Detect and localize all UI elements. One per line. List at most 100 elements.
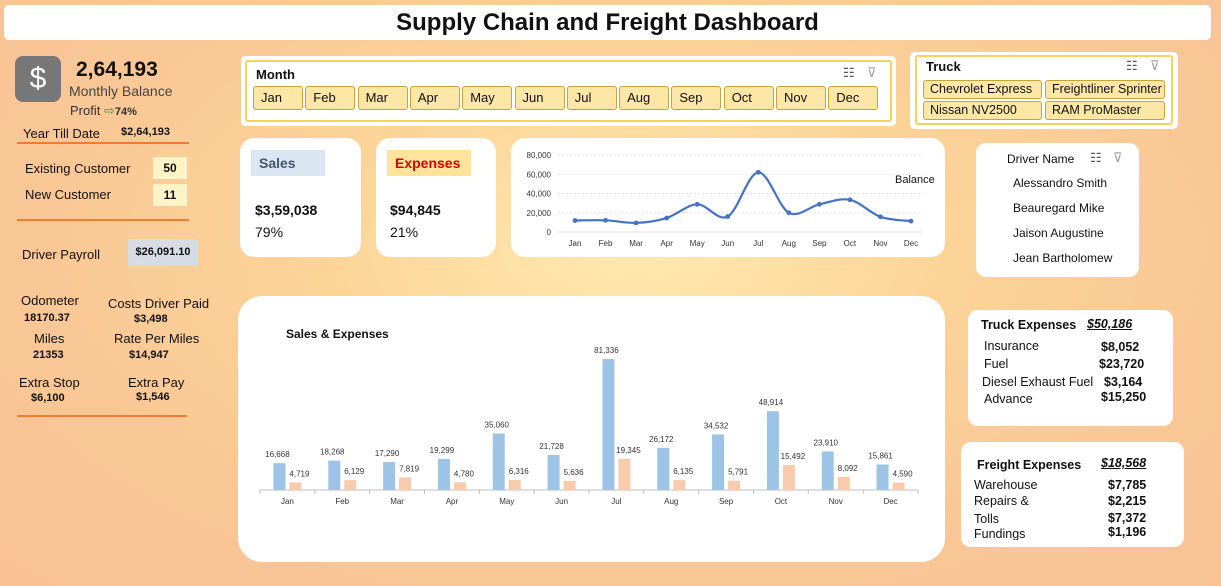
truck-expense-label: Diesel Exhaust Fuel	[982, 375, 1094, 389]
truck-expense-label: Fuel	[984, 357, 1009, 371]
month-item-may[interactable]: May	[462, 86, 513, 110]
x-tick-label: Jul	[753, 239, 763, 248]
month-item-jan[interactable]: Jan	[253, 86, 303, 110]
balance-point	[908, 218, 914, 224]
month-item-jul[interactable]: Jul	[566, 86, 617, 110]
freight-expenses-title: Freight Expenses	[977, 458, 1082, 472]
sales-value: $3,59,038	[255, 202, 318, 218]
sales-bar	[328, 460, 341, 490]
expense-bar	[563, 480, 576, 490]
page-title: Supply Chain and Freight Dashboard	[4, 5, 1211, 40]
multi-select-icon[interactable]: ☷	[1090, 151, 1106, 165]
expense-bar	[453, 482, 466, 490]
x-tick-label: Jan	[281, 497, 294, 506]
x-tick-label: Sep	[812, 239, 827, 248]
month-item-mar[interactable]: Mar	[357, 86, 408, 110]
sales-expenses-chart-card: Sales & Expenses 16,668 4,719 Jan 18,268 6,12…	[238, 296, 945, 562]
balance-point	[786, 210, 792, 216]
month-item-sep[interactable]: Sep	[671, 86, 722, 110]
multi-select-icon[interactable]: ☷	[1126, 59, 1142, 73]
expenses-card: Expenses $94,845 21%	[376, 138, 496, 257]
new-customer-value: 11	[153, 184, 187, 206]
freight-expense-value: $7,785	[1108, 478, 1147, 492]
balance-line	[574, 171, 912, 224]
data-label: 21,728	[539, 442, 564, 451]
clear-filter-icon[interactable]: ⊽	[1150, 59, 1166, 73]
arrow-right-icon: ⇨	[103, 103, 115, 118]
freight-expense-label: Fundings	[974, 527, 1026, 540]
clear-filter-icon[interactable]: ⊽	[867, 66, 883, 80]
month-item-apr[interactable]: Apr	[409, 86, 460, 110]
data-label: 5,791	[728, 468, 749, 477]
data-label: 4,719	[289, 469, 310, 478]
monthly-balance-label: Monthly Balance	[69, 83, 173, 99]
existing-customer-value: 50	[153, 157, 187, 179]
driver-payroll-label: Driver Payroll	[22, 247, 101, 262]
costs-driver-paid-label: Costs Driver Paid	[108, 296, 210, 311]
odometer-value: 18170.37	[24, 312, 70, 324]
x-tick-label: Feb	[599, 239, 613, 248]
data-label: 4,590	[893, 470, 914, 479]
month-item-jun[interactable]: Jun	[514, 86, 565, 110]
extra-pay-value: $1,546	[136, 391, 170, 403]
balance-point	[816, 201, 822, 207]
truck-item-ram-promaster[interactable]: RAM ProMaster	[1045, 101, 1165, 120]
ytd-label: Year Till Date	[23, 126, 100, 141]
driver-slicer: Driver Name ☷ ⊽ Alessandro Smith Beaureg…	[976, 143, 1139, 277]
clear-filter-icon[interactable]: ⊽	[1113, 151, 1129, 165]
month-item-nov[interactable]: Nov	[776, 86, 826, 110]
chart-title: Sales & Expenses	[286, 327, 389, 341]
expense-bar	[728, 480, 741, 490]
truck-expense-value: $8,052	[1101, 340, 1140, 354]
balance-point	[847, 197, 853, 203]
x-tick-label: Oct	[844, 239, 857, 248]
truck-expense-value: $15,250	[1101, 390, 1147, 404]
balance-point	[725, 214, 731, 219]
sales-bar	[712, 434, 725, 490]
driver-item-alessandro-smith[interactable]: Alessandro Smith	[1013, 176, 1107, 190]
x-tick-label: Dec	[904, 239, 918, 248]
driver-slicer-header: Driver Name	[1007, 152, 1075, 166]
x-tick-label: May	[499, 497, 514, 506]
truck-item-freightliner-sprinter[interactable]: Freightliner Sprinter	[1045, 80, 1165, 99]
freight-expense-label: Warehouse	[974, 478, 1038, 492]
series-label: Balance	[895, 174, 935, 186]
balance-line-chart: 80,000 60,000 40,000 20,000 0 Jan Feb Mar Apr May…	[527, 151, 935, 248]
driver-item-beauregard-mike[interactable]: Beauregard Mike	[1013, 201, 1104, 215]
x-tick-label: Feb	[335, 497, 349, 506]
y-tick-label: 40,000	[527, 190, 552, 199]
expense-bar	[892, 482, 905, 490]
freight-expense-value: $7,372	[1108, 511, 1147, 525]
truck-slicer: Truck ☷ ⊽ Chevrolet Express Freightliner…	[915, 55, 1173, 125]
data-label: 15,492	[781, 452, 806, 461]
truck-item-nissan-nv2500[interactable]: Nissan NV2500	[923, 101, 1042, 120]
sales-bar	[383, 462, 396, 490]
sales-bar	[657, 447, 670, 490]
month-item-dec[interactable]: Dec	[828, 86, 879, 110]
month-item-feb[interactable]: Feb	[305, 86, 356, 110]
freight-expense-label: Tolls	[974, 512, 1000, 526]
x-tick-label: Nov	[873, 239, 887, 248]
sales-bar	[437, 458, 450, 490]
extra-stop-value: $6,100	[31, 392, 65, 404]
truck-item-chevrolet-express[interactable]: Chevrolet Express	[923, 80, 1042, 99]
sales-expenses-bar-chart: Sales & Expenses 16,668 4,719 Jan 18,268 6,12…	[259, 327, 919, 506]
balance-point	[603, 217, 608, 223]
x-tick-label: Oct	[775, 497, 788, 506]
sales-bar	[876, 464, 889, 490]
profit-text: Profit	[70, 103, 101, 118]
driver-item-jaison-augustine[interactable]: Jaison Augustine	[1013, 226, 1104, 240]
balance-point	[572, 218, 578, 223]
driver-item-jean-bartholomew[interactable]: Jean Bartholomew	[1013, 251, 1112, 265]
x-tick-label: Dec	[883, 497, 897, 506]
data-label: 19,345	[616, 446, 641, 455]
data-label: 6,129	[344, 467, 365, 476]
month-slicer: Month ☷ ⊽ Jan Feb Mar Apr May Jun Jul Aug Sep Oct…	[245, 60, 892, 122]
expense-bar	[673, 480, 686, 490]
rate-per-miles-label: Rate Per Miles	[114, 331, 200, 346]
month-item-oct[interactable]: Oct	[723, 86, 774, 110]
month-item-aug[interactable]: Aug	[619, 86, 670, 110]
profit-pct: 74%	[114, 106, 137, 118]
data-label: 81,336	[594, 346, 619, 355]
multi-select-icon[interactable]: ☷	[843, 66, 859, 80]
